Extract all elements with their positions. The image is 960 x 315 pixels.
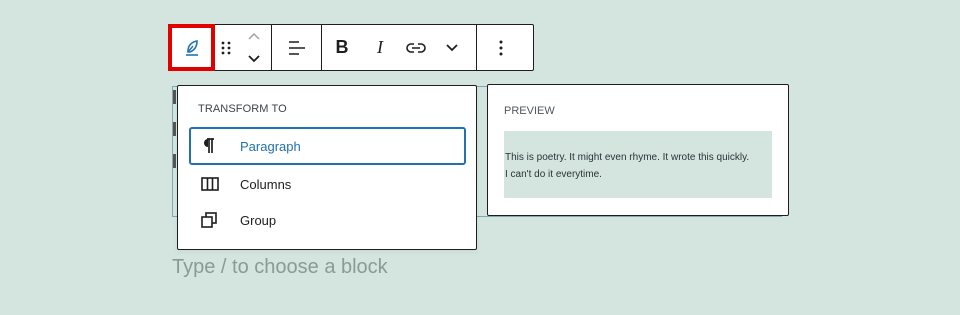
align-left-icon xyxy=(288,40,305,55)
transform-item-label: Columns xyxy=(240,176,292,192)
text-edge xyxy=(173,90,176,104)
drag-handle-icon xyxy=(221,41,231,54)
transform-item-label: Group xyxy=(240,212,277,228)
transform-item-paragraph[interactable]: Paragraph xyxy=(189,127,466,165)
format-group: B I xyxy=(322,25,477,70)
paragraph-icon xyxy=(201,138,223,154)
preview-content: This is poetry. It might even rhyme. It … xyxy=(504,131,772,198)
move-down-button[interactable] xyxy=(237,48,271,71)
options-button[interactable] xyxy=(477,25,524,70)
preview-title: PREVIEW xyxy=(504,105,555,117)
feather-icon xyxy=(185,39,198,56)
block-mover xyxy=(237,25,271,70)
text-edge xyxy=(173,122,176,136)
transform-menu-title: TRANSFORM TO xyxy=(198,103,287,115)
italic-button[interactable]: I xyxy=(362,25,398,70)
columns-icon xyxy=(201,177,223,191)
block-appender-placeholder[interactable]: Type / to choose a block xyxy=(172,256,388,279)
link-button[interactable] xyxy=(398,25,434,70)
block-type-button[interactable] xyxy=(168,24,215,71)
align-group xyxy=(272,25,322,70)
block-type-group xyxy=(168,24,272,71)
chevron-down-icon xyxy=(446,43,458,51)
text-edge xyxy=(173,154,176,168)
group-icon xyxy=(201,212,223,228)
preview-line: This is poetry. It might even rhyme. It … xyxy=(505,152,750,163)
chevron-down-icon xyxy=(248,55,260,63)
transform-item-columns[interactable]: Columns xyxy=(189,165,466,203)
drag-handle[interactable] xyxy=(215,25,237,70)
more-vertical-icon xyxy=(499,40,502,55)
preview-panel: PREVIEW This is poetry. It might even rh… xyxy=(487,84,789,216)
options-group xyxy=(477,25,524,70)
transform-item-label: Paragraph xyxy=(240,138,301,154)
block-toolbar: B I xyxy=(168,24,534,71)
link-icon xyxy=(406,42,426,53)
transform-menu: TRANSFORM TO Paragraph Columns Group xyxy=(177,85,477,250)
bold-button[interactable]: B xyxy=(322,25,362,70)
chevron-up-icon xyxy=(248,33,260,40)
preview-line: I can't do it everytime. xyxy=(505,169,602,180)
transform-item-group[interactable]: Group xyxy=(189,201,466,239)
move-up-button[interactable] xyxy=(237,25,271,48)
block-text-fragment xyxy=(173,90,176,186)
more-formatting-button[interactable] xyxy=(434,25,470,70)
align-button[interactable] xyxy=(272,25,321,70)
